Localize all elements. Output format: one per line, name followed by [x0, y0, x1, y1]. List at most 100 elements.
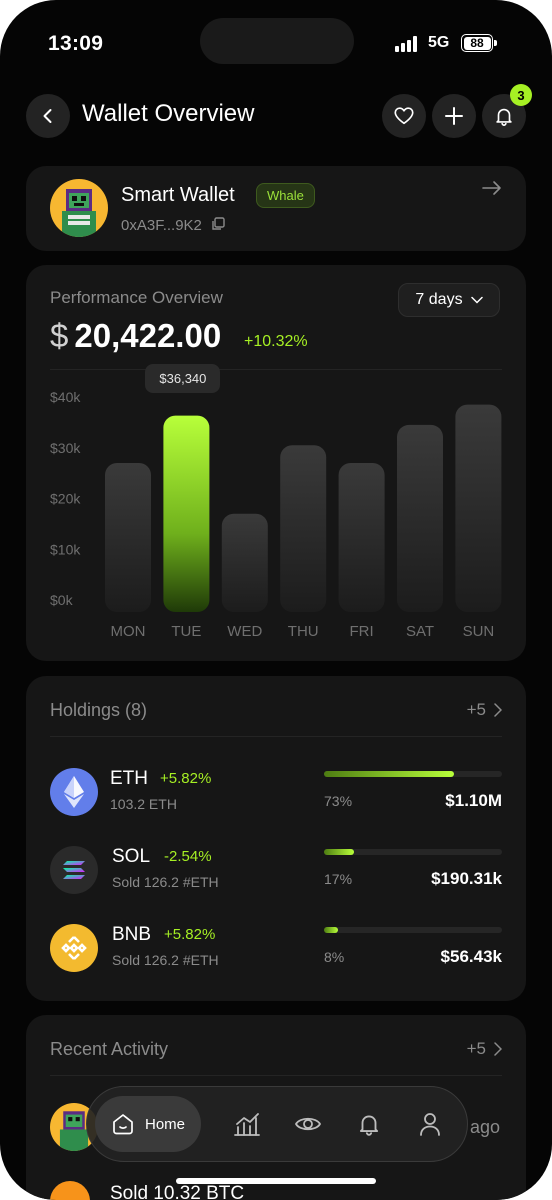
holding-value: $56.43k: [440, 947, 502, 966]
holding-share-fill: [324, 927, 339, 933]
performance-card: Performance Overview 7 days $20,422.00 +…: [26, 265, 526, 661]
chevron-right-icon: [494, 1042, 502, 1056]
heart-icon: [394, 107, 414, 125]
bar-tooltip: $36,340: [145, 363, 221, 393]
nav-analytics-button[interactable]: [232, 1109, 262, 1139]
whale-badge: Whale: [256, 183, 315, 208]
holding-share-bar: [324, 771, 502, 777]
nav-watch-button[interactable]: [293, 1109, 323, 1139]
phone-screen: 13:09 5G 88 Wallet Overview 3 Smart Wall…: [0, 0, 552, 1200]
nav-home-label: Home: [144, 1115, 185, 1133]
x-tick-label: SUN: [463, 623, 495, 640]
chart-bar-wed[interactable]: [221, 513, 268, 612]
holding-share-fill: [324, 771, 454, 777]
bitcoin-icon: [50, 1181, 90, 1200]
bnb-icon: [50, 924, 98, 972]
signal-icon: [395, 36, 421, 52]
holding-row-eth[interactable]: ETH +5.82% 103.2 ETH 73% $1.10M: [26, 762, 526, 824]
holding-change: -2.54%: [164, 848, 212, 865]
chart-bar-fri[interactable]: [338, 462, 385, 612]
holding-row-sol[interactable]: SOL -2.54% Sold 126.2 #ETH 17% $190.31k: [26, 840, 526, 902]
holdings-more-count: +5: [466, 700, 486, 719]
holding-symbol: BNB: [112, 924, 152, 945]
y-tick-label: $0k: [50, 592, 74, 608]
home-indicator: [176, 1178, 376, 1184]
holding-amount: Sold 126.2 #ETH: [112, 952, 219, 968]
network-label: 5G: [428, 34, 450, 51]
dynamic-island: [200, 18, 354, 64]
holding-symbol: SOL: [112, 846, 151, 867]
holding-value: $190.31k: [431, 869, 502, 888]
chart-bar-sun[interactable]: [455, 404, 502, 612]
activity-time: ago: [469, 1117, 500, 1137]
holding-symbol: ETH: [110, 768, 148, 789]
y-tick-label: $30k: [50, 440, 81, 456]
activity-title: Recent Activity: [50, 1039, 169, 1059]
divider: [50, 1075, 502, 1076]
wallet-address-text: 0xA3F...9K2: [121, 217, 202, 234]
performance-bar-chart: $40k $30k $20k $10k $0k MON TUE WED THU FRI SAT SUN: [50, 389, 502, 640]
wallet-avatar: [50, 179, 108, 237]
activity-more-count: +5: [466, 1039, 486, 1058]
activity-more-button[interactable]: +5: [467, 1039, 502, 1059]
holding-percent: 73%: [324, 793, 353, 809]
battery-tip: [494, 40, 497, 46]
nav-profile-button[interactable]: [415, 1109, 445, 1139]
chevron-left-icon: [43, 109, 52, 123]
chart-bar-mon[interactable]: [105, 462, 151, 612]
x-tick-label: MON: [111, 623, 146, 640]
x-tick-label: FRI: [350, 623, 374, 640]
x-tick-label: TUE: [171, 623, 201, 640]
x-tick-label: SAT: [406, 623, 434, 640]
holding-amount: 103.2 ETH: [110, 796, 177, 812]
chart-bar-thu[interactable]: [280, 445, 327, 612]
holding-change: +5.82%: [164, 926, 216, 943]
favorite-button[interactable]: [382, 94, 426, 138]
holding-amount: Sold 126.2 #ETH: [112, 874, 219, 890]
chart-bar-sat[interactable]: [397, 424, 443, 612]
x-tick-label: THU: [288, 623, 319, 640]
status-bar: 13:09 5G 88: [0, 0, 552, 80]
battery-icon: 88: [461, 34, 493, 52]
divider: [50, 736, 502, 737]
plus-icon: [445, 107, 463, 125]
status-time: 13:09: [48, 32, 104, 55]
y-tick-label: $40k: [50, 389, 81, 405]
y-tick-label: $20k: [50, 491, 81, 507]
wallet-card[interactable]: Smart Wallet Whale 0xA3F...9K2: [26, 166, 526, 251]
holding-change: +5.82%: [160, 770, 212, 787]
holding-percent: 17%: [324, 871, 353, 887]
home-icon: [113, 1114, 133, 1135]
holding-share-bar: [324, 849, 502, 855]
holding-row-bnb[interactable]: BNB +5.82% Sold 126.2 #ETH 8% $56.43k: [26, 918, 526, 980]
holding-share-bar: [324, 927, 502, 933]
page-title: Wallet Overview: [82, 100, 255, 127]
bell-icon: [359, 1115, 379, 1136]
robot-avatar-icon: [62, 189, 96, 237]
nav-home-button[interactable]: Home: [95, 1096, 201, 1152]
eye-icon: [295, 1117, 321, 1131]
activity-description: Sold 10.32 BTC: [110, 1183, 245, 1200]
wallet-name: Smart Wallet: [121, 184, 235, 206]
holdings-card: Holdings (8) +5 ETH +5.82% 103.2 ETH 73%…: [26, 676, 526, 1001]
x-tick-label: WED: [227, 623, 262, 640]
chart-icon: [234, 1113, 260, 1136]
add-button[interactable]: [432, 94, 476, 138]
copy-icon[interactable]: [210, 216, 226, 232]
arrow-right-icon[interactable]: [481, 179, 503, 197]
bell-icon: [496, 108, 512, 126]
user-icon: [420, 1113, 440, 1136]
battery-level: 88: [463, 36, 491, 50]
bottom-nav: Home: [86, 1086, 468, 1162]
holdings-more-button[interactable]: +5: [467, 700, 502, 720]
wallet-address: 0xA3F...9K2: [121, 216, 226, 234]
holding-value: $1.10M: [445, 791, 502, 810]
chart-bar-tue[interactable]: [163, 415, 210, 612]
solana-icon: [50, 846, 98, 894]
nav-alerts-button[interactable]: [354, 1109, 384, 1139]
holdings-title: Holdings (8): [50, 700, 148, 720]
y-tick-label: $10k: [50, 541, 81, 557]
back-button[interactable]: [26, 94, 70, 138]
ethereum-icon: [50, 768, 98, 816]
notification-count-badge: 3: [510, 84, 532, 106]
